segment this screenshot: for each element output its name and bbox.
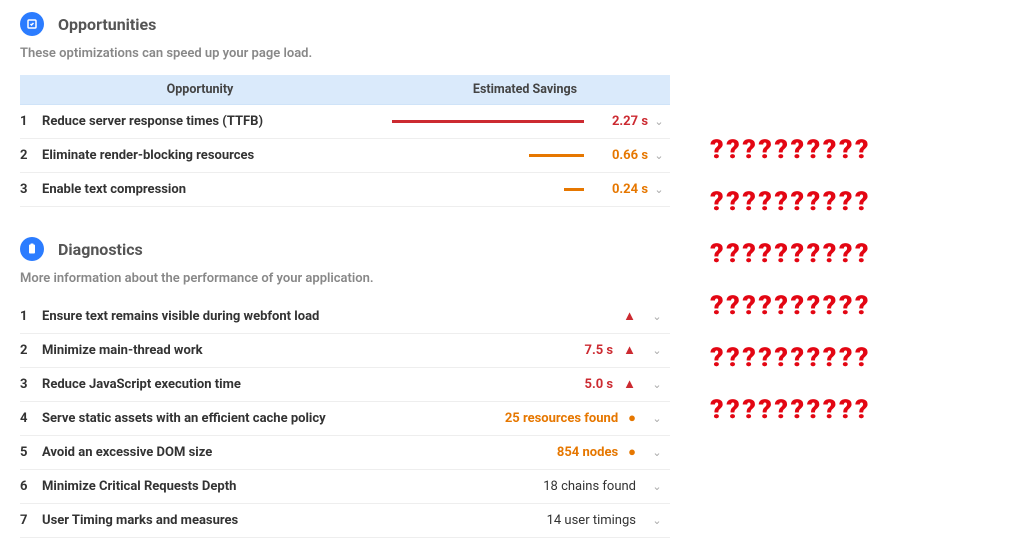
diagnostic-row[interactable]: 1 Ensure text remains visible during web… bbox=[20, 300, 670, 334]
diagnostic-value: 25 resources found bbox=[505, 411, 618, 426]
chevron-down-icon[interactable]: ⌄ bbox=[646, 378, 668, 391]
qmark-line-6: ?????????? bbox=[710, 395, 1012, 425]
row-index: 3 bbox=[20, 182, 42, 197]
opportunities-table-header: Opportunity Estimated Savings bbox=[20, 75, 670, 105]
opportunities-title: Opportunities bbox=[58, 15, 156, 34]
row-index: 5 bbox=[20, 445, 42, 460]
diagnostic-row[interactable]: 3 Reduce JavaScript execution time 5.0 s… bbox=[20, 368, 670, 402]
row-index: 1 bbox=[20, 309, 42, 324]
opportunities-header: Opportunities bbox=[20, 12, 670, 36]
diagnostic-label: Ensure text remains visible during webfo… bbox=[42, 309, 442, 324]
diagnostic-value: 18 chains found bbox=[543, 479, 636, 494]
opportunities-icon bbox=[20, 12, 44, 36]
savings-value: 0.24 s bbox=[600, 182, 648, 197]
diagnostic-label: Avoid an excessive DOM size bbox=[42, 445, 442, 460]
diagnostic-row[interactable]: 4 Serve static assets with an efficient … bbox=[20, 402, 670, 436]
savings-value: 2.27 s bbox=[600, 114, 648, 129]
diagnostic-value: 14 user timings bbox=[547, 513, 636, 528]
diagnostic-value: 7.5 s bbox=[585, 343, 614, 358]
opportunities-table: Opportunity Estimated Savings 1 Reduce s… bbox=[20, 75, 670, 207]
warning-triangle-icon: ▲ bbox=[623, 378, 636, 391]
opportunity-row[interactable]: 3 Enable text compression 0.24 s ⌄ bbox=[20, 173, 670, 207]
row-index: 7 bbox=[20, 513, 42, 528]
diagnostics-subtitle: More information about the performance o… bbox=[20, 271, 670, 286]
chevron-down-icon[interactable]: ⌄ bbox=[646, 514, 668, 527]
diagnostic-value: 5.0 s bbox=[585, 377, 614, 392]
opportunity-row[interactable]: 1 Reduce server response times (TTFB) 2.… bbox=[20, 105, 670, 139]
warning-circle-icon: ● bbox=[628, 446, 636, 459]
savings-bar bbox=[382, 188, 600, 191]
header-estimated-savings: Estimated Savings bbox=[380, 75, 670, 104]
diagnostics-header: Diagnostics bbox=[20, 237, 670, 261]
chevron-down-icon[interactable]: ⌄ bbox=[646, 480, 668, 493]
qmark-line-5: ?????????? bbox=[710, 343, 1012, 373]
opportunity-label: Enable text compression bbox=[42, 182, 382, 197]
savings-bar bbox=[382, 154, 600, 157]
diagnostic-label: Reduce JavaScript execution time bbox=[42, 377, 442, 392]
diagnostic-value: 854 nodes bbox=[557, 445, 618, 460]
question-mark-overlay: ?????????? ?????????? ?????????? ???????… bbox=[690, 0, 1024, 538]
diagnostic-row[interactable]: 6 Minimize Critical Requests Depth 18 ch… bbox=[20, 470, 670, 504]
row-index: 2 bbox=[20, 343, 42, 358]
row-index: 2 bbox=[20, 148, 42, 163]
qmark-line-3: ?????????? bbox=[710, 239, 1012, 269]
chevron-down-icon[interactable]: ⌄ bbox=[648, 183, 670, 196]
row-index: 1 bbox=[20, 114, 42, 129]
row-index: 6 bbox=[20, 479, 42, 494]
diagnostics-title: Diagnostics bbox=[58, 240, 143, 259]
chevron-down-icon[interactable]: ⌄ bbox=[646, 310, 668, 323]
diagnostic-row[interactable]: 5 Avoid an excessive DOM size 854 nodes … bbox=[20, 436, 670, 470]
chevron-down-icon[interactable]: ⌄ bbox=[646, 412, 668, 425]
chevron-down-icon[interactable]: ⌄ bbox=[648, 149, 670, 162]
row-index: 3 bbox=[20, 377, 42, 392]
diagnostic-label: Minimize main-thread work bbox=[42, 343, 442, 358]
savings-bar bbox=[382, 120, 600, 123]
header-opportunity: Opportunity bbox=[20, 75, 380, 104]
opportunity-label: Reduce server response times (TTFB) bbox=[42, 114, 382, 129]
diagnostics-icon bbox=[20, 237, 44, 261]
opportunity-row[interactable]: 2 Eliminate render-blocking resources 0.… bbox=[20, 139, 670, 173]
diagnostics-table: 1 Ensure text remains visible during web… bbox=[20, 300, 670, 538]
diagnostic-row[interactable]: 2 Minimize main-thread work 7.5 s ▲ ⌄ bbox=[20, 334, 670, 368]
qmark-line-1: ?????????? bbox=[710, 135, 1012, 165]
diagnostic-label: User Timing marks and measures bbox=[42, 513, 442, 528]
warning-circle-icon: ● bbox=[628, 412, 636, 425]
chevron-down-icon[interactable]: ⌄ bbox=[648, 115, 670, 128]
chevron-down-icon[interactable]: ⌄ bbox=[646, 446, 668, 459]
diagnostic-label: Serve static assets with an efficient ca… bbox=[42, 411, 442, 426]
opportunity-label: Eliminate render-blocking resources bbox=[42, 148, 382, 163]
qmark-line-2: ?????????? bbox=[710, 187, 1012, 217]
row-index: 4 bbox=[20, 411, 42, 426]
opportunities-subtitle: These optimizations can speed up your pa… bbox=[20, 46, 670, 61]
diagnostic-label: Minimize Critical Requests Depth bbox=[42, 479, 442, 494]
chevron-down-icon[interactable]: ⌄ bbox=[646, 344, 668, 357]
warning-triangle-icon: ▲ bbox=[623, 344, 636, 357]
savings-value: 0.66 s bbox=[600, 148, 648, 163]
qmark-line-4: ?????????? bbox=[710, 291, 1012, 321]
warning-triangle-icon: ▲ bbox=[623, 310, 636, 323]
